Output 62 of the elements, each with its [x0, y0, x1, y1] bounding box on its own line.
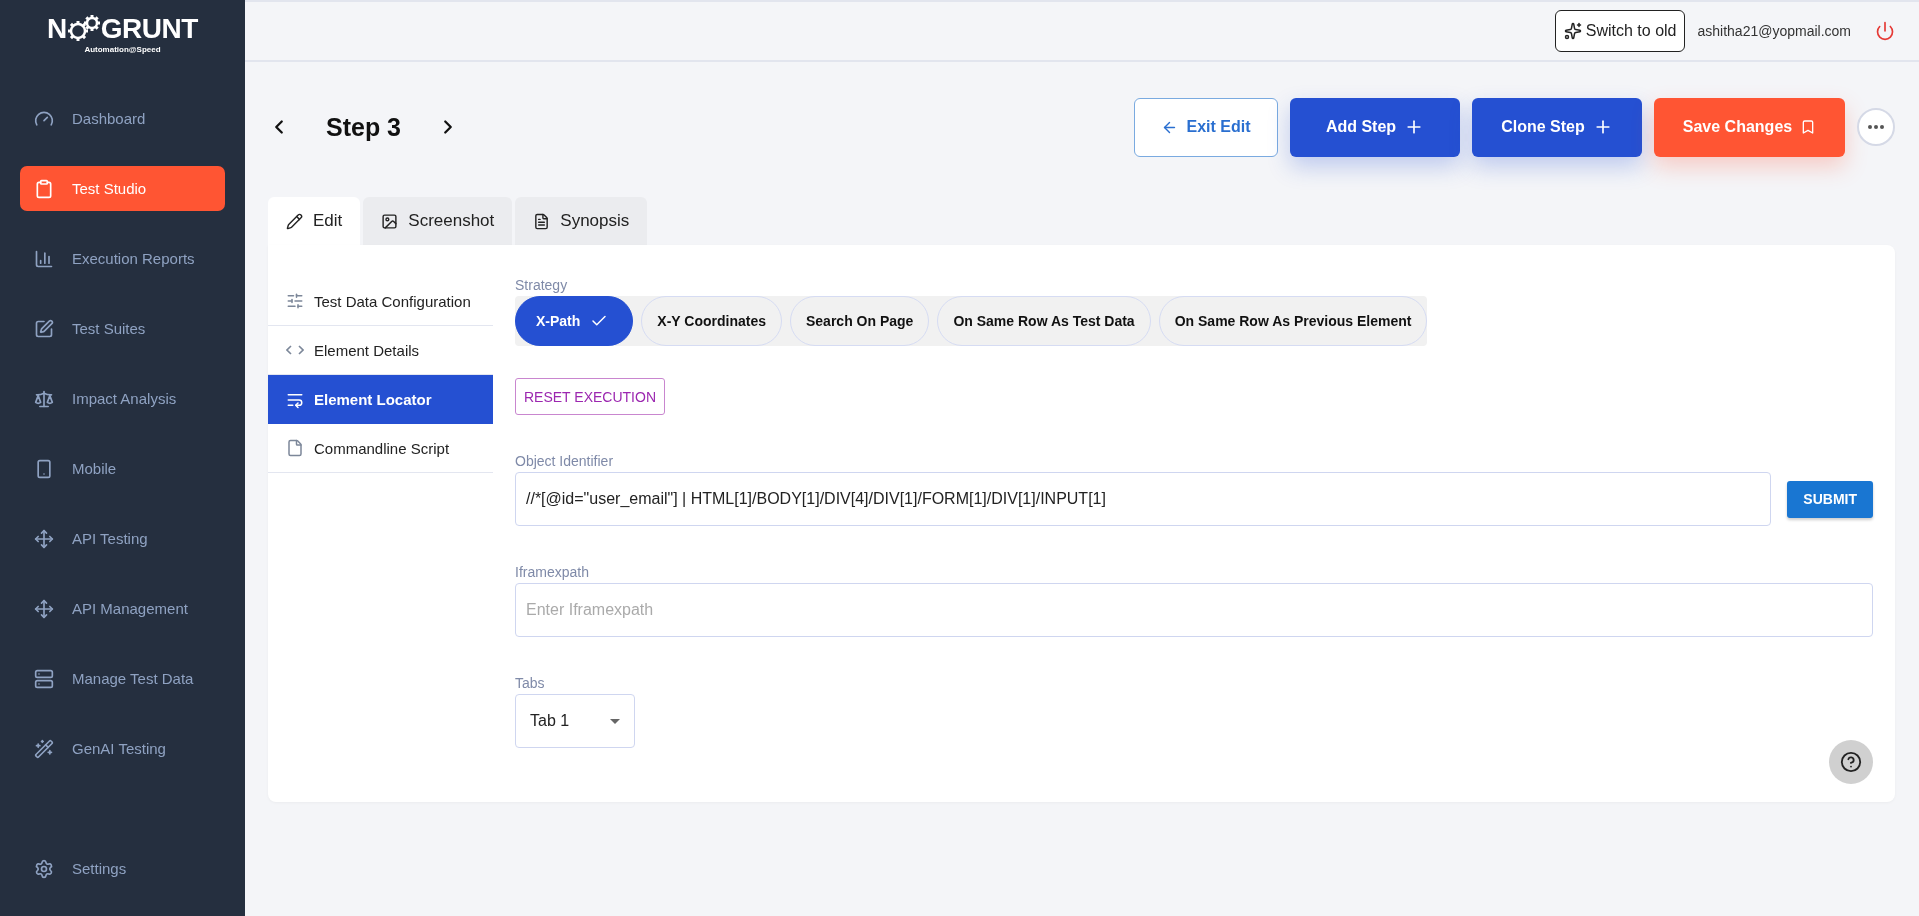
user-email: ashitha21@yopmail.com	[1697, 23, 1851, 39]
bar-chart-icon	[34, 248, 54, 269]
object-identifier-field[interactable]: //*[@id="user_email"] | HTML[1]/BODY[1]/DIV[4]/DIV[1]/FORM[1]/DIV[1]/INPUT[1]	[515, 472, 1772, 526]
logo-text: GRUNT	[100, 14, 198, 44]
field-label: Object Identifier	[515, 453, 615, 469]
strategy-chip[interactable]: On Same Row As Test Data	[937, 296, 1151, 346]
tabs-dropdown[interactable]: Tab 1	[515, 694, 635, 748]
help-button[interactable]	[1829, 740, 1873, 784]
tab[interactable]: Screenshot	[363, 197, 513, 245]
caret-icon	[610, 718, 620, 724]
sidebar-item[interactable]: Mobile	[20, 446, 225, 491]
action-button[interactable]: Clone Step	[1472, 97, 1642, 157]
power-button[interactable]	[1875, 21, 1895, 41]
document-icon	[533, 212, 551, 230]
action-button[interactable]: Add Step	[1290, 97, 1460, 157]
sidebar-item[interactable]: Impact Analysis	[20, 376, 225, 421]
magic-wand-icon	[34, 738, 54, 759]
strategy-chip[interactable]: Search On Page	[790, 296, 930, 346]
clipboard-icon	[34, 178, 54, 199]
edit-icon	[34, 318, 54, 339]
sidebar-item[interactable]: API Testing	[20, 516, 225, 561]
iframe-xpath-field[interactable]: Enter Iframexpath	[515, 583, 1873, 637]
logo-tagline: Automation@Speed	[84, 45, 161, 54]
strategy-chip[interactable]: On Same Row As Previous Element	[1158, 296, 1428, 346]
ellipsis-icon	[1868, 125, 1884, 129]
scale-icon	[34, 388, 54, 409]
strategy-chip[interactable]: X-Path	[515, 296, 634, 346]
more-button[interactable]	[1857, 108, 1895, 146]
tab[interactable]: Synopsis	[515, 197, 648, 245]
field-label: Iframexpath	[515, 564, 590, 580]
action-button[interactable]: Exit Edit	[1134, 97, 1278, 157]
sparkles-icon	[1563, 22, 1582, 40]
sidebar-item[interactable]: Test Suites	[20, 306, 225, 351]
section-menu-item[interactable]: Element Locator	[268, 375, 493, 424]
pencil-icon	[286, 212, 303, 230]
gears-icon	[66, 14, 101, 44]
image-icon	[381, 212, 399, 230]
section-menu-item[interactable]: Test Data Configuration	[268, 277, 493, 326]
section-menu-item[interactable]: Commandline Script	[268, 424, 493, 473]
sliders-icon	[286, 292, 304, 310]
settings-icon	[34, 858, 54, 879]
switch-button[interactable]: Switch to old	[1554, 10, 1686, 52]
code-brackets-icon	[286, 344, 304, 356]
sidebar-item[interactable]: GenAI Testing	[20, 726, 225, 771]
field-label: Strategy	[515, 277, 569, 293]
phone-icon	[34, 458, 54, 479]
submit-button[interactable]: SUBMIT	[1787, 480, 1873, 518]
reset-execution-button[interactable]: RESET EXECUTION	[515, 378, 665, 415]
strategy-chip[interactable]: X-Y Coordinates	[641, 296, 782, 346]
sidebar-item[interactable]: Settings	[20, 846, 225, 891]
power-icon	[1875, 21, 1895, 41]
sidebar-item[interactable]: Dashboard	[20, 96, 225, 141]
file-icon	[286, 439, 304, 457]
help-icon	[1840, 751, 1862, 773]
logo-text: N	[47, 14, 67, 44]
sidebar-item[interactable]: Manage Test Data	[20, 656, 225, 701]
tab[interactable]: Edit	[268, 197, 361, 245]
server-icon	[34, 668, 54, 689]
step-title: Step 3	[326, 112, 402, 142]
sidebar-item[interactable]: API Management	[20, 586, 225, 631]
sidebar-item[interactable]: Execution Reports	[20, 236, 225, 281]
field-label: Tabs	[515, 675, 546, 691]
